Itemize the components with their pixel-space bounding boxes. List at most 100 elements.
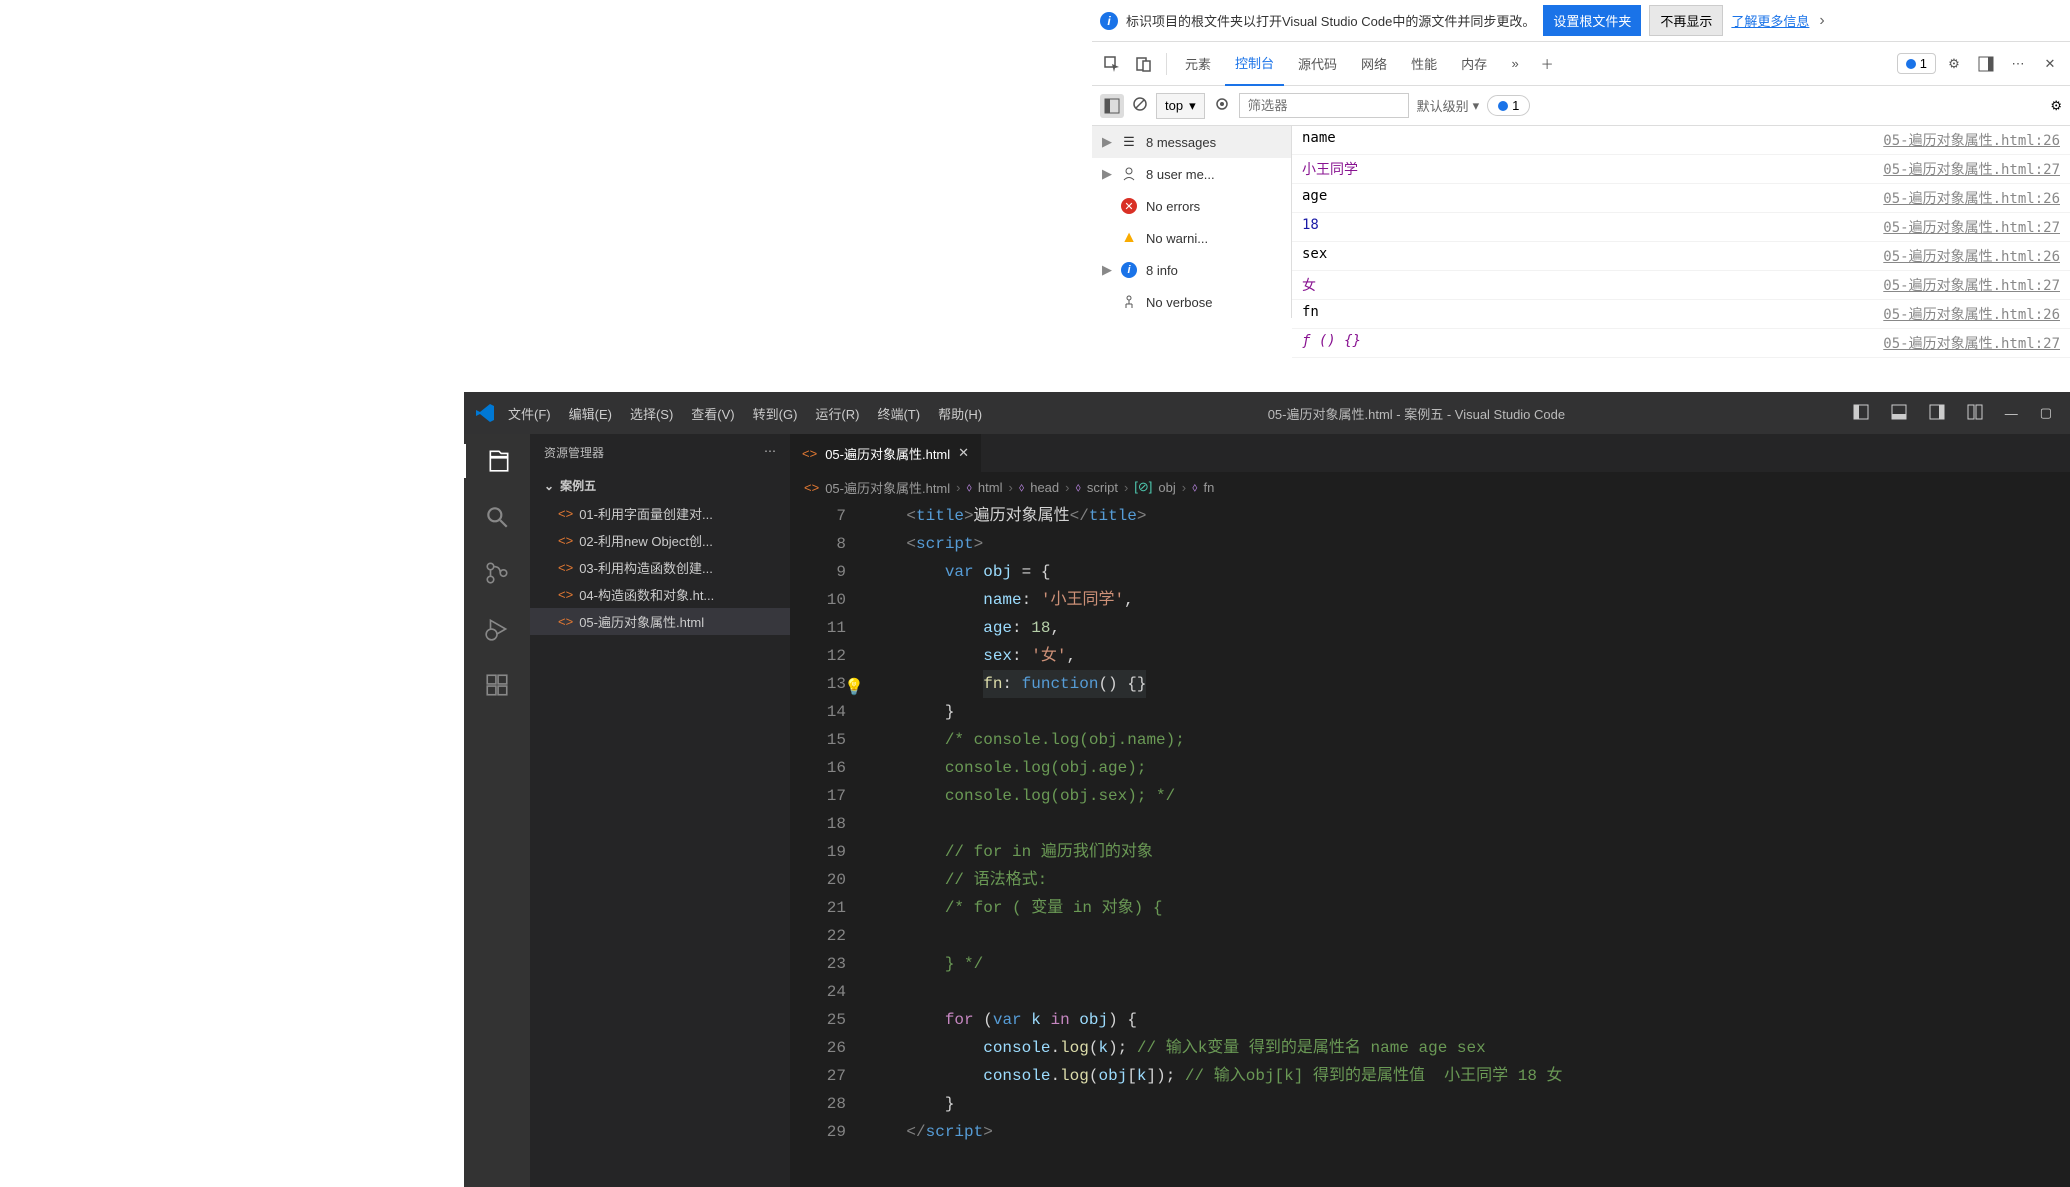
html-file-icon: <> bbox=[558, 614, 573, 629]
clear-console-icon[interactable] bbox=[1132, 96, 1148, 115]
crumb-obj[interactable]: obj bbox=[1158, 480, 1175, 495]
kebab-icon[interactable]: ⋯ bbox=[2004, 50, 2032, 78]
context-label: top bbox=[1165, 98, 1183, 113]
activity-explorer-icon[interactable] bbox=[464, 444, 530, 478]
log-value: name bbox=[1302, 130, 1336, 150]
crumb-script[interactable]: script bbox=[1087, 480, 1118, 495]
device-toggle-icon[interactable] bbox=[1130, 50, 1158, 78]
tab-memory[interactable]: 内存 bbox=[1451, 42, 1497, 85]
learn-more-link[interactable]: 了解更多信息 bbox=[1731, 11, 1809, 30]
source-link[interactable]: 05-遍历对象属性.html:27 bbox=[1883, 217, 2060, 237]
file-item[interactable]: <>01-利用字面量创建对... bbox=[530, 500, 790, 527]
menu-help[interactable]: 帮助(H) bbox=[932, 400, 988, 427]
info-icon: i bbox=[1100, 12, 1118, 30]
line-number: 21 bbox=[790, 894, 846, 922]
settings-gear-icon[interactable]: ⚙ bbox=[1940, 50, 1968, 78]
code-editor[interactable]: <title>遍历对象属性</title> <script> var obj =… bbox=[868, 502, 2070, 1187]
lightbulb-icon[interactable]: 💡 bbox=[844, 674, 864, 702]
menu-file[interactable]: 文件(F) bbox=[502, 400, 557, 427]
tab-network[interactable]: 网络 bbox=[1351, 42, 1397, 85]
menu-view[interactable]: 查看(V) bbox=[685, 400, 740, 427]
console-log-line: ƒ () {}05-遍历对象属性.html:27 bbox=[1292, 329, 2070, 358]
tab-performance[interactable]: 性能 bbox=[1401, 42, 1447, 85]
project-folder[interactable]: ⌄案例五 bbox=[530, 471, 790, 500]
set-root-folder-button[interactable]: 设置根文件夹 bbox=[1543, 5, 1641, 36]
source-link[interactable]: 05-遍历对象属性.html:26 bbox=[1883, 188, 2060, 208]
file-item[interactable]: <>05-遍历对象属性.html bbox=[530, 608, 790, 635]
sidebar-errors[interactable]: ✕No errors bbox=[1092, 190, 1291, 222]
activity-search-icon[interactable] bbox=[480, 500, 514, 534]
layout-icon-3[interactable] bbox=[1921, 400, 1953, 427]
source-link[interactable]: 05-遍历对象属性.html:27 bbox=[1883, 159, 2060, 179]
layout-icon-4[interactable] bbox=[1959, 400, 1991, 427]
tab-console[interactable]: 控制台 bbox=[1225, 41, 1284, 86]
console-log-line: 小王同学05-遍历对象属性.html:27 bbox=[1292, 155, 2070, 184]
triangle-icon: ▶ bbox=[1102, 166, 1112, 182]
filter-input[interactable] bbox=[1239, 93, 1409, 118]
sidebar-verbose[interactable]: No verbose bbox=[1092, 286, 1291, 318]
crumb-file[interactable]: 05-遍历对象属性.html bbox=[825, 478, 950, 497]
crumb-head[interactable]: head bbox=[1030, 480, 1059, 495]
source-link[interactable]: 05-遍历对象属性.html:27 bbox=[1883, 275, 2060, 295]
line-number: 19 bbox=[790, 838, 846, 866]
console-sidebar-toggle[interactable] bbox=[1100, 94, 1124, 118]
close-tab-icon[interactable]: ✕ bbox=[958, 445, 969, 461]
file-name: 02-利用new Object创... bbox=[579, 531, 713, 550]
file-name: 04-构造函数和对象.ht... bbox=[579, 585, 714, 604]
sidebar-user-messages[interactable]: ▶8 user me... bbox=[1092, 158, 1291, 190]
sidebar-info[interactable]: ▶i8 info bbox=[1092, 254, 1291, 286]
chevron-right-icon: › bbox=[1819, 12, 1824, 30]
menu-select[interactable]: 选择(S) bbox=[624, 400, 679, 427]
issues-badge-toolbar[interactable]: 1 bbox=[1487, 95, 1530, 116]
activity-extensions-icon[interactable] bbox=[480, 668, 514, 702]
file-item[interactable]: <>03-利用构造函数创建... bbox=[530, 554, 790, 581]
layout-icon-2[interactable] bbox=[1883, 400, 1915, 427]
source-link[interactable]: 05-遍历对象属性.html:26 bbox=[1883, 246, 2060, 266]
more-tabs-icon[interactable]: » bbox=[1501, 50, 1529, 78]
editor-tab[interactable]: <> 05-遍历对象属性.html ✕ bbox=[790, 434, 981, 472]
chevron-right-icon: › bbox=[956, 480, 960, 495]
console-log-line: name 05-遍历对象属性.html:26 bbox=[1292, 126, 2070, 155]
context-selector[interactable]: top ▾ bbox=[1156, 93, 1205, 119]
tab-elements[interactable]: 元素 bbox=[1175, 42, 1221, 85]
close-icon[interactable]: ✕ bbox=[2036, 50, 2064, 78]
line-number: 9 bbox=[790, 558, 846, 586]
source-link[interactable]: 05-遍历对象属性.html:26 bbox=[1883, 130, 2060, 150]
maximize-button[interactable]: ▢ bbox=[2032, 401, 2060, 425]
menu-terminal[interactable]: 终端(T) bbox=[871, 400, 926, 427]
method-icon: ⬨ bbox=[1192, 480, 1197, 495]
tab-sources[interactable]: 源代码 bbox=[1288, 42, 1347, 85]
crumb-html[interactable]: html bbox=[978, 480, 1003, 495]
line-number: 10 bbox=[790, 586, 846, 614]
log-level-selector[interactable]: 默认级别▾ bbox=[1417, 96, 1480, 115]
source-link[interactable]: 05-遍历对象属性.html:26 bbox=[1883, 304, 2060, 324]
activity-debug-icon[interactable] bbox=[480, 612, 514, 646]
chevron-down-icon: ▾ bbox=[1189, 98, 1196, 114]
console-settings-icon[interactable]: ⚙ bbox=[2050, 98, 2062, 114]
sidebar-messages[interactable]: ▶☰8 messages bbox=[1092, 126, 1291, 158]
file-item[interactable]: <>04-构造函数和对象.ht... bbox=[530, 581, 790, 608]
dont-show-button[interactable]: 不再显示 bbox=[1649, 5, 1723, 36]
minimize-button[interactable]: — bbox=[1997, 402, 2026, 425]
activity-scm-icon[interactable] bbox=[480, 556, 514, 590]
dock-icon[interactable] bbox=[1972, 50, 2000, 78]
info-icon: i bbox=[1120, 261, 1138, 279]
inspect-icon[interactable] bbox=[1098, 50, 1126, 78]
source-link[interactable]: 05-遍历对象属性.html:27 bbox=[1883, 333, 2060, 353]
line-number: 16 bbox=[790, 754, 846, 782]
menu-goto[interactable]: 转到(G) bbox=[747, 400, 804, 427]
issues-badge[interactable]: 1 bbox=[1897, 53, 1936, 74]
menu-edit[interactable]: 编辑(E) bbox=[563, 400, 618, 427]
warning-icon: ▲ bbox=[1120, 229, 1138, 247]
add-tab-icon[interactable]: ＋ bbox=[1533, 50, 1561, 78]
layout-icon[interactable] bbox=[1845, 400, 1877, 427]
sidebar-warnings[interactable]: ▲No warni... bbox=[1092, 222, 1291, 254]
more-icon[interactable]: ⋯ bbox=[764, 444, 776, 461]
sidebar-info-label: 8 info bbox=[1146, 263, 1178, 278]
file-name: 01-利用字面量创建对... bbox=[579, 504, 713, 523]
file-item[interactable]: <>02-利用new Object创... bbox=[530, 527, 790, 554]
menu-run[interactable]: 运行(R) bbox=[809, 400, 865, 427]
live-expression-icon[interactable] bbox=[1213, 95, 1231, 116]
line-number: 27 bbox=[790, 1062, 846, 1090]
crumb-fn[interactable]: fn bbox=[1204, 480, 1215, 495]
